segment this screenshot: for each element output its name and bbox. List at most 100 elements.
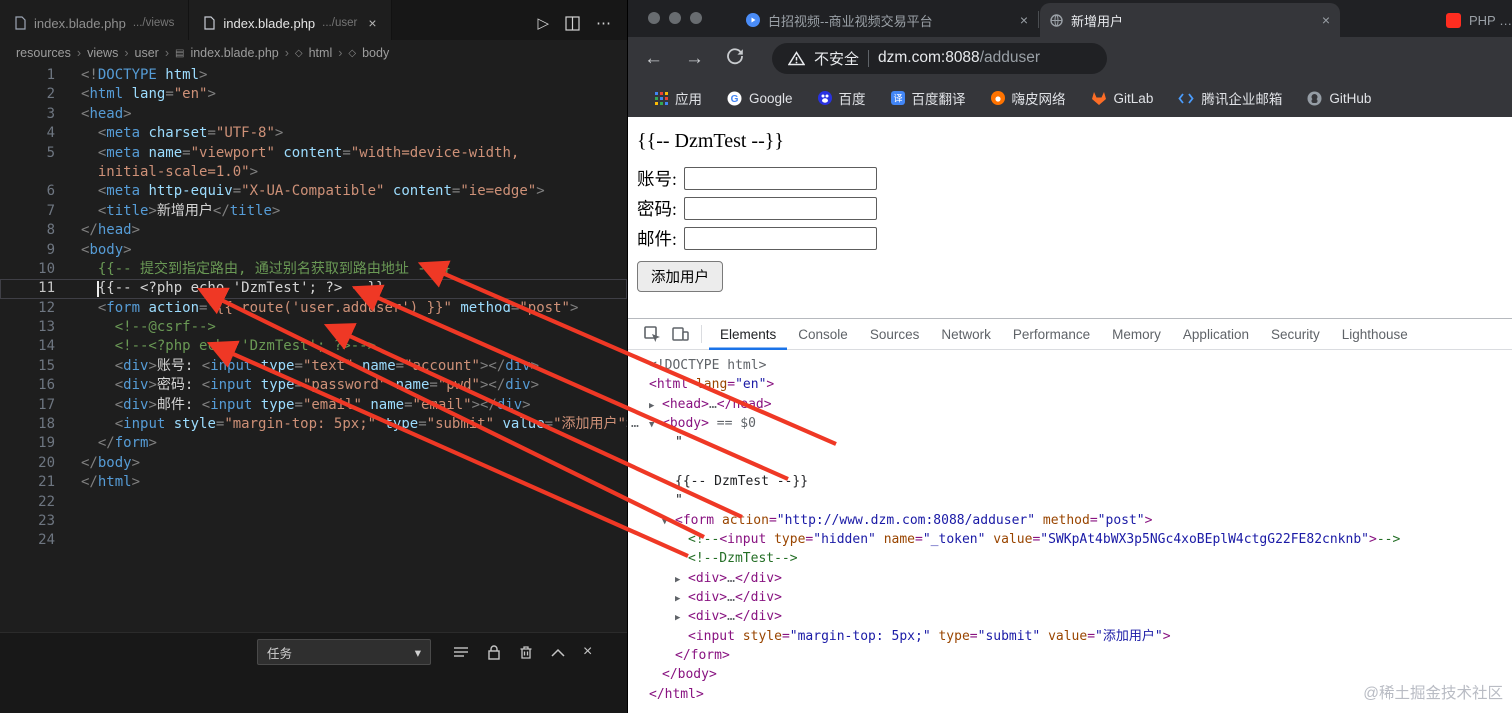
code-line[interactable]: 20 </body> [0,454,627,473]
code-line[interactable]: 19 </form> [0,434,627,453]
dom-node[interactable]: " [628,433,1512,452]
maximize-panel-icon[interactable] [551,648,565,657]
devtools-tab-console[interactable]: Console [787,319,859,350]
breadcrumb-item-resources[interactable]: resources [16,46,71,60]
code-line[interactable]: 9 <body> [0,241,627,260]
code-line[interactable]: 15 <div>账号: <input type="text" name="acc… [0,357,627,376]
bookmark-baidu-translate[interactable]: 译 百度翻译 [890,88,966,108]
devtools-tab-performance[interactable]: Performance [1002,319,1101,350]
window-close-button[interactable] [648,12,660,24]
window-zoom-button[interactable] [690,12,702,24]
dom-node[interactable]: </form> [628,646,1512,665]
dom-node[interactable]: " [628,491,1512,510]
refresh-icon[interactable] [726,47,744,69]
breadcrumb-item-user[interactable]: user [135,46,159,60]
close-icon[interactable]: × [368,15,376,31]
code-line[interactable]: 18 <input style="margin-top: 5px;" type=… [0,415,634,434]
devtools-tab-security[interactable]: Security [1260,319,1331,350]
dom-node[interactable]: ▶ <div>…</div> [628,569,1512,588]
password-input[interactable] [683,197,877,220]
clear-panel-icon[interactable] [519,645,533,660]
url-text[interactable]: dzm.com:8088/adduser [878,49,1040,67]
code-line[interactable]: 6 <meta http-equiv="X-UA-Compatible" con… [0,182,627,201]
email-input[interactable] [683,227,877,250]
address-bar[interactable]: 不安全 dzm.com:8088/adduser [772,42,1107,74]
code-line[interactable]: 22 [0,493,627,512]
bookmark-github[interactable]: GitHub [1307,91,1371,106]
devtools-tab-application[interactable]: Application [1172,319,1260,350]
code-line[interactable]: 4 <meta charset="UTF-8"> [0,124,627,143]
dom-node[interactable]: <input style="margin-top: 5px;" type="su… [628,627,1512,646]
code-line[interactable]: 1 <!DOCTYPE html> [0,66,627,85]
bookmark-happy-network[interactable]: 嗨皮网络 [990,88,1066,108]
breadcrumb-item-file[interactable]: index.blade.php [190,46,278,60]
lock-icon[interactable] [487,644,501,660]
code-line[interactable]: 11 {{-- <?php echo 'DzmTest'; ?> --}} [0,279,627,298]
browser-tab-laravel[interactable]: PHP - Laravel [1436,3,1512,37]
dom-tree[interactable]: <!DOCTYPE html> <html lang="en"> ▶ <head>…<… [628,351,1512,713]
output-list-icon[interactable] [453,645,469,659]
password-label: 密码: [637,199,677,219]
code-line[interactable]: 10 {{-- 提交到指定路由, 通过别名获取到路由地址 --}} [0,260,627,279]
forward-icon[interactable]: → [685,49,704,68]
code-line[interactable]: 13 <!--@csrf--> [0,318,627,337]
run-button[interactable]: ▷ [537,14,549,32]
devtools-tab-network[interactable]: Network [930,319,1002,350]
close-panel-icon[interactable]: × [583,643,592,661]
breadcrumb: resources › views › user › ▤ index.blade… [0,40,627,66]
browser-tab-video-site[interactable]: 白招视频--商业视频交易平台 × [736,3,1038,37]
code-line[interactable]: 24 [0,531,627,550]
bookmark-apps[interactable]: 应用 [655,88,702,108]
code-line[interactable]: 17 <div>邮件: <input type="email" name="em… [0,396,627,415]
task-dropdown[interactable]: 任务 ▾ [257,639,431,665]
breadcrumb-item-body[interactable]: body [362,46,389,60]
browser-tab-adduser[interactable]: 新增用户 × [1040,3,1340,37]
split-editor-button[interactable] [565,15,580,31]
dom-node[interactable]: <!DOCTYPE html> [628,356,1512,375]
code-line[interactable]: 8 </head> [0,221,627,240]
editor-tab-views[interactable]: index.blade.php .../views [0,0,190,40]
dom-node[interactable]: ▶ <div>…</div> [628,588,1512,607]
more-actions-button[interactable]: ⋯ [596,14,611,32]
dom-node[interactable]: ▶ <div>…</div> [628,607,1512,626]
code-area[interactable]: 1 <!DOCTYPE html> 2 <html lang="en"> 3 <head>… [0,66,634,551]
window-minimize-button[interactable] [669,12,681,24]
dom-node[interactable]: <!--DzmTest--> [628,549,1512,568]
code-line[interactable]: 12 <form action="{{ route('user.adduser'… [0,299,627,318]
code-line[interactable]: 3 <head> [0,105,627,124]
code-line[interactable]: 2 <html lang="en"> [0,85,627,104]
code-line[interactable]: 7 <title>新增用户</title> [0,202,627,221]
code-line[interactable]: 5 <meta name="viewport" content="width=d… [0,144,627,163]
dom-node[interactable] [628,453,1512,472]
code-line[interactable]: 23 [0,512,627,531]
security-status[interactable]: 不安全 [814,48,859,69]
device-toolbar-icon[interactable] [666,326,694,342]
code-line[interactable]: 14 <!--<?php echo 'DzmTest'; ?>--> [0,337,627,356]
breadcrumb-item-html[interactable]: html [309,46,333,60]
dom-node[interactable]: ▶ <head>…</head> [628,395,1512,414]
dom-node[interactable]: … ▼ <body> == $0 [628,414,1512,433]
dom-node[interactable]: <html lang="en"> [628,375,1512,394]
devtools-tab-lighthouse[interactable]: Lighthouse [1331,319,1419,350]
code-line[interactable]: 21 </html> [0,473,627,492]
bookmark-gitlab[interactable]: GitLab [1091,91,1153,106]
code-line[interactable]: initial-scale=1.0"> [0,163,627,182]
bookmark-baidu[interactable]: 百度 [817,88,866,108]
dom-node[interactable]: {{-- DzmTest --}} [628,472,1512,491]
account-input[interactable] [683,167,877,190]
breadcrumb-item-views[interactable]: views [87,46,118,60]
bookmark-google[interactable]: G Google [727,91,793,106]
devtools-tab-sources[interactable]: Sources [859,319,931,350]
editor-tab-user[interactable]: index.blade.php .../user × [189,0,392,40]
close-icon[interactable]: × [1322,12,1330,28]
inspect-element-icon[interactable] [638,325,666,343]
bookmark-tencent-mail[interactable]: 腾讯企业邮箱 [1178,88,1282,108]
dom-node[interactable]: <!--<input type="hidden" name="_token" v… [628,530,1512,549]
devtools-tab-memory[interactable]: Memory [1101,319,1172,350]
code-line[interactable]: 16 <div>密码: <input type="password" name=… [0,376,627,395]
add-user-button[interactable]: 添加用户 [637,261,723,292]
back-icon[interactable]: ← [644,49,663,68]
devtools-tab-elements[interactable]: Elements [709,319,787,350]
close-icon[interactable]: × [1020,12,1028,28]
dom-node[interactable]: ▼ <form action="http://www.dzm.com:8088/a… [628,511,1512,530]
